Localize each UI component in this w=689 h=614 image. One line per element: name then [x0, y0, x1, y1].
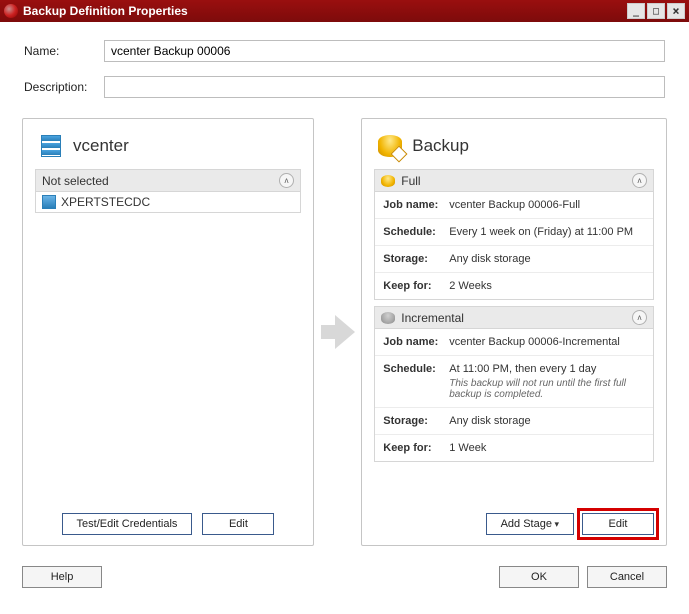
- group-incremental: Incremental ʌ Job name:vcenter Backup 00…: [374, 306, 654, 462]
- source-panel-title: vcenter: [73, 136, 129, 156]
- backup-icon: [378, 135, 402, 157]
- panels-container: vcenter Not selected ʌ XPERTSTECDC Test/…: [0, 118, 689, 556]
- server-icon: [42, 195, 56, 209]
- maximize-button[interactable]: □: [647, 3, 665, 19]
- dialog-footer: Help OK Cancel: [0, 556, 689, 598]
- close-button[interactable]: ×: [667, 3, 685, 19]
- group-incremental-header[interactable]: Incremental ʌ: [375, 307, 653, 329]
- source-panel: vcenter Not selected ʌ XPERTSTECDC Test/…: [22, 118, 314, 546]
- titlebar: Backup Definition Properties _ □ ×: [0, 0, 689, 22]
- chevron-up-icon[interactable]: ʌ: [632, 173, 647, 188]
- kv-row: Schedule:Every 1 week on (Friday) at 11:…: [375, 219, 653, 246]
- source-panel-header: vcenter: [35, 133, 301, 159]
- backup-panel-title: Backup: [412, 136, 469, 156]
- source-section-header[interactable]: Not selected ʌ: [35, 169, 301, 192]
- window-title: Backup Definition Properties: [23, 4, 188, 18]
- group-incremental-label: Incremental: [401, 311, 632, 325]
- arrow-column: [314, 118, 361, 546]
- schedule-note: This backup will not run until the first…: [449, 378, 645, 400]
- app-icon: [4, 4, 18, 18]
- source-panel-footer: Test/Edit Credentials Edit: [35, 507, 301, 535]
- description-input[interactable]: [104, 76, 665, 98]
- source-section-label: Not selected: [42, 174, 279, 188]
- kv-row: Keep for:2 Weeks: [375, 273, 653, 299]
- backup-panel-header: Backup: [374, 133, 654, 159]
- test-edit-credentials-button[interactable]: Test/Edit Credentials: [62, 513, 193, 535]
- kv-row: Schedule:At 11:00 PM, then every 1 dayTh…: [375, 356, 653, 408]
- source-edit-button[interactable]: Edit: [202, 513, 274, 535]
- tree-item-label: XPERTSTECDC: [61, 195, 150, 209]
- add-stage-button[interactable]: Add Stage: [486, 513, 574, 535]
- backup-panel: Backup Full ʌ Job name:vcenter Backup 00…: [361, 118, 667, 546]
- backup-edit-button[interactable]: Edit: [582, 513, 654, 535]
- group-full-header[interactable]: Full ʌ: [375, 170, 653, 192]
- source-tree: XPERTSTECDC: [35, 192, 301, 213]
- kv-row: Job name:vcenter Backup 00006-Full: [375, 192, 653, 219]
- chevron-up-icon[interactable]: ʌ: [279, 173, 294, 188]
- cancel-button[interactable]: Cancel: [587, 566, 667, 588]
- name-label: Name:: [24, 44, 104, 58]
- arrow-right-icon: [321, 315, 355, 349]
- backup-scroll[interactable]: Full ʌ Job name:vcenter Backup 00006-Ful…: [374, 169, 654, 507]
- chevron-up-icon[interactable]: ʌ: [632, 310, 647, 325]
- tree-item[interactable]: XPERTSTECDC: [36, 192, 300, 212]
- vcenter-icon: [41, 135, 61, 157]
- disk-full-icon: [381, 175, 395, 187]
- minimize-button[interactable]: _: [627, 3, 645, 19]
- description-label: Description:: [24, 80, 104, 94]
- name-input[interactable]: [104, 40, 665, 62]
- form-area: Name: Description:: [0, 22, 689, 118]
- kv-row: Job name:vcenter Backup 00006-Incrementa…: [375, 329, 653, 356]
- kv-row: Storage:Any disk storage: [375, 408, 653, 435]
- group-full: Full ʌ Job name:vcenter Backup 00006-Ful…: [374, 169, 654, 300]
- backup-panel-footer: Add Stage Edit: [374, 507, 654, 535]
- disk-incremental-icon: [381, 312, 395, 324]
- kv-row: Keep for:1 Week: [375, 435, 653, 461]
- kv-row: Storage:Any disk storage: [375, 246, 653, 273]
- group-full-label: Full: [401, 174, 632, 188]
- ok-button[interactable]: OK: [499, 566, 579, 588]
- help-button[interactable]: Help: [22, 566, 102, 588]
